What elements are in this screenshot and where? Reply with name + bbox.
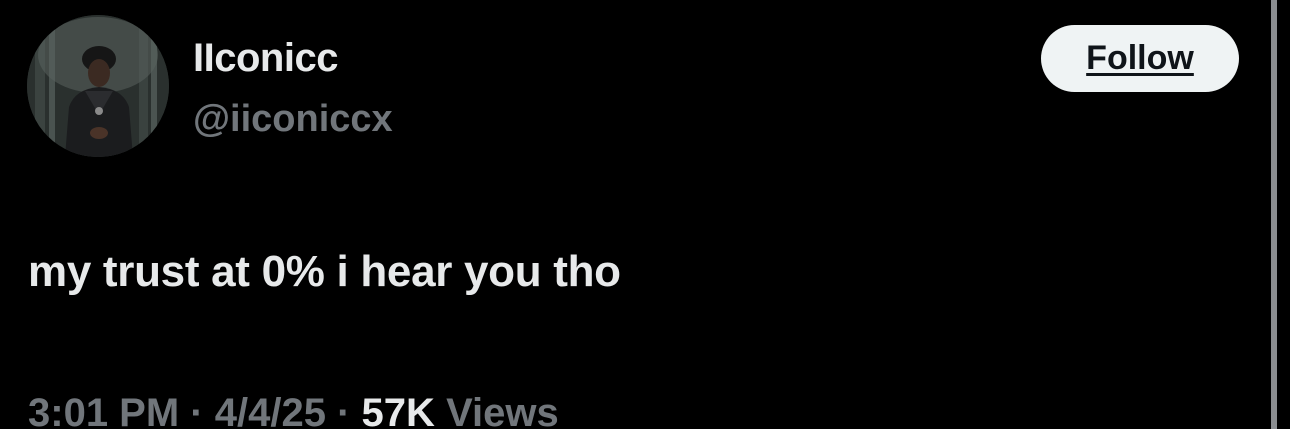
scrollbar[interactable] xyxy=(1271,0,1277,429)
meta-separator: · xyxy=(337,391,351,429)
follow-button[interactable]: Follow xyxy=(1041,25,1239,92)
meta-separator: · xyxy=(190,391,204,429)
tweet-date[interactable]: 4/4/25 xyxy=(215,391,326,429)
tweet-card: IIconicc @iiconiccx Follow my trust at 0… xyxy=(0,0,1290,429)
tweet-meta: 3:01 PM · 4/4/25 · 57K Views xyxy=(28,393,559,429)
display-name[interactable]: IIconicc xyxy=(193,38,338,78)
views-count: 57K xyxy=(361,391,435,429)
avatar[interactable] xyxy=(27,15,169,157)
tweet-text: my trust at 0% i hear you tho xyxy=(28,247,621,296)
profile-photo-icon xyxy=(27,15,169,157)
user-handle[interactable]: @iiconiccx xyxy=(193,100,393,138)
views-label: Views xyxy=(446,391,559,429)
tweet-time[interactable]: 3:01 PM xyxy=(28,391,179,429)
